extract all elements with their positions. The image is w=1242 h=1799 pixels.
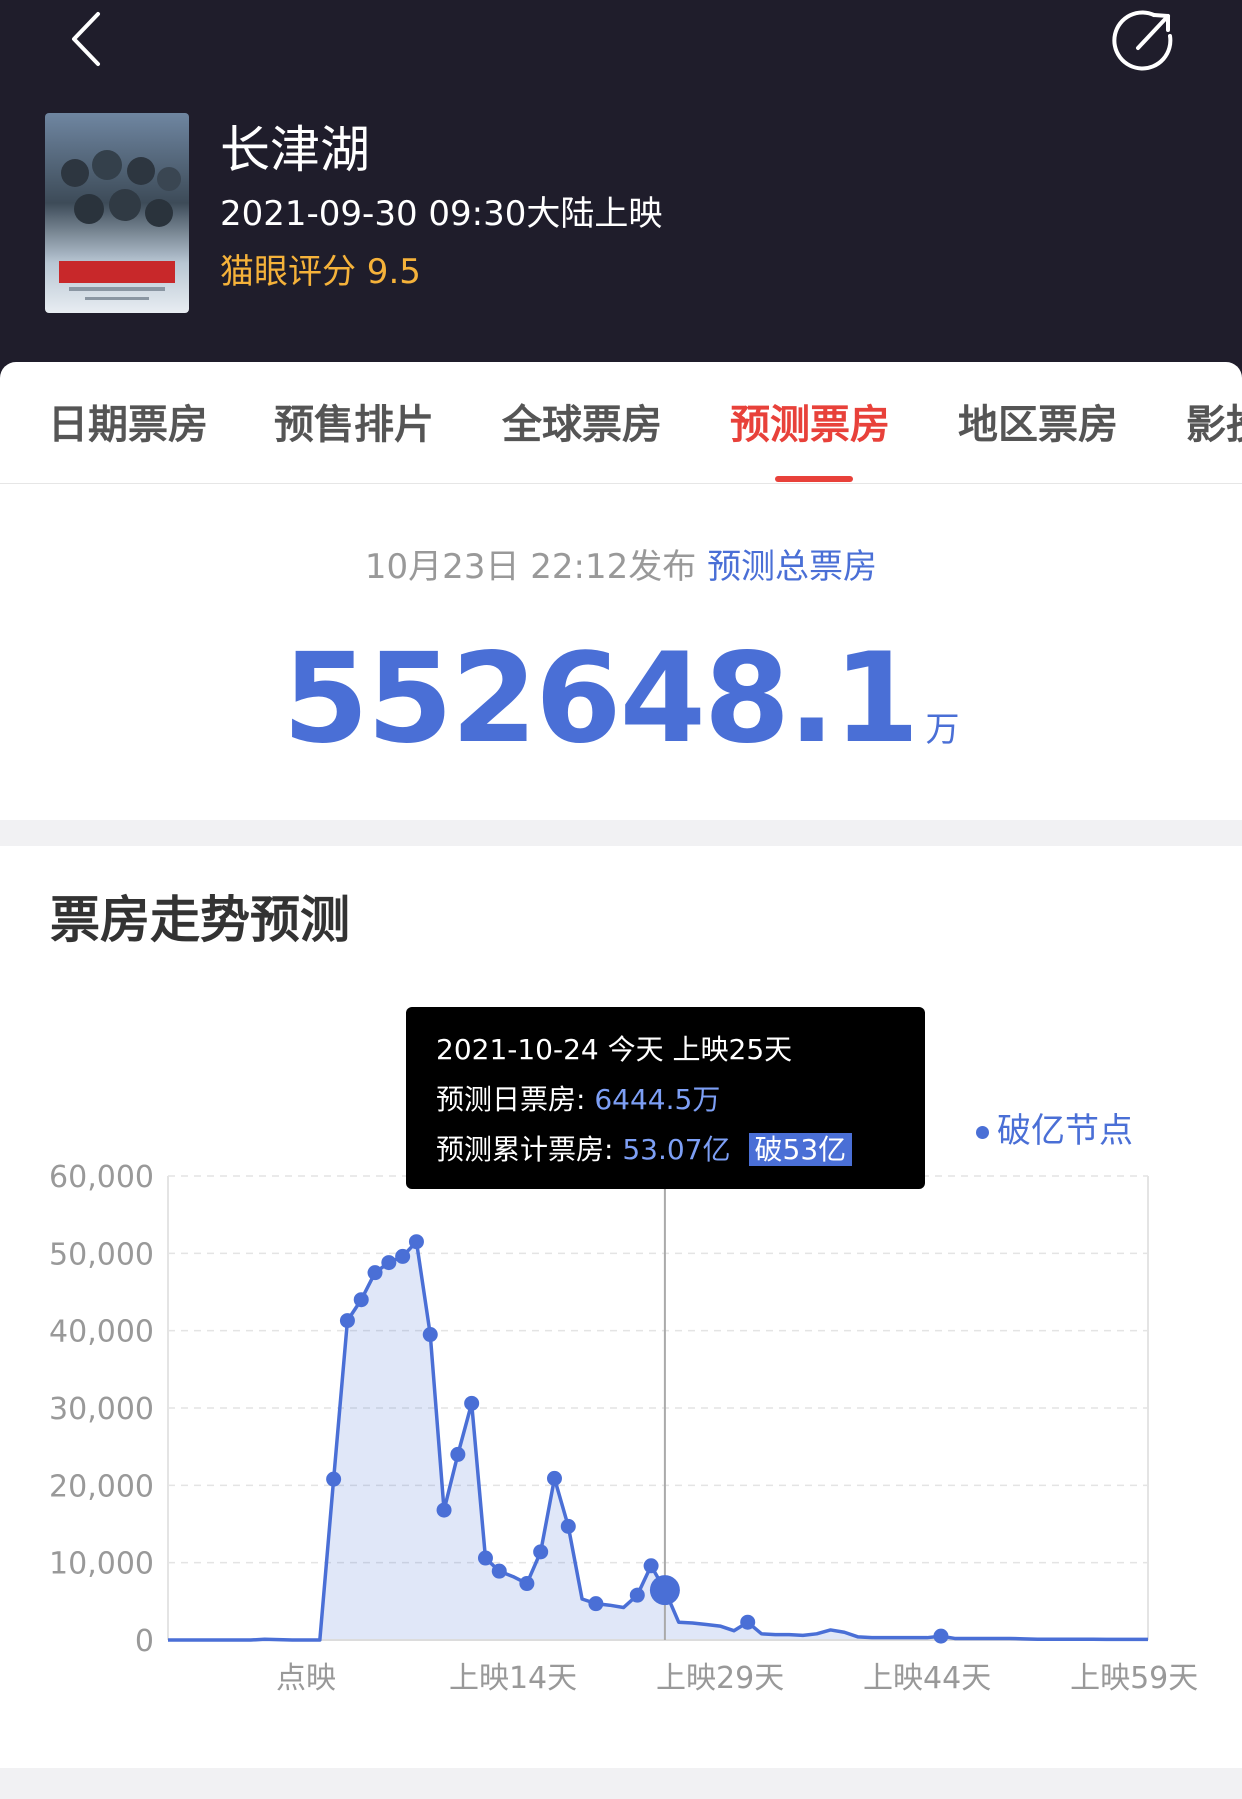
milestone-point [367, 1265, 383, 1281]
milestone-point [546, 1470, 562, 1486]
tab-bar: 日期票房 预售排片 全球票房 预测票房 地区票房 影投 [0, 362, 1242, 484]
milestone-point [740, 1614, 756, 1630]
tab-global[interactable]: 全球票房 [502, 398, 662, 452]
tab-presale[interactable]: 预售排片 [274, 398, 434, 452]
x-tick-label: 上映14天 [449, 1661, 577, 1696]
movie-poster [45, 113, 189, 313]
tooltip-daily-value: 6444.5万 [594, 1083, 721, 1116]
tooltip-daily: 预测日票房: 6444.5万 [436, 1075, 895, 1125]
milestone-point [491, 1563, 507, 1579]
publish-time: 10月23日 22:12发布 [364, 547, 697, 587]
forecast-total: 552648.1 万 [0, 624, 1242, 774]
x-tick-label: 上映29天 [656, 1661, 784, 1696]
milestone-point [326, 1471, 342, 1487]
rating: 猫眼评分 9.5 [220, 252, 421, 292]
tab-forecast[interactable]: 预测票房 [730, 398, 890, 452]
active-tab-indicator [775, 476, 853, 482]
forecast-chart[interactable]: 60,000 50,000 40,000 30,000 20,000 10,000 0 点映 上… [0, 846, 1242, 1768]
y-tick-label: 60,000 [49, 1160, 154, 1195]
milestone-point [643, 1558, 659, 1574]
milestone-point [533, 1544, 549, 1560]
legend-dot-icon [976, 1126, 989, 1139]
forecast-total-unit: 万 [925, 710, 960, 750]
milestone-point [629, 1587, 645, 1603]
y-tick-label: 20,000 [49, 1469, 154, 1504]
y-tick-label: 30,000 [49, 1392, 154, 1427]
forecast-summary: 10月23日 22:12发布 预测总票房 552648.1 万 [0, 484, 1242, 820]
tab-cinema-investment[interactable]: 影投 [1186, 398, 1242, 452]
tooltip-cumulative: 预测累计票房: 53.07亿 破53亿 [436, 1125, 895, 1175]
y-tick-label: 10,000 [49, 1547, 154, 1582]
milestone-point [450, 1446, 466, 1462]
milestone-point [588, 1596, 604, 1612]
chart-tooltip: 2021-10-24 今天 上映25天 预测日票房: 6444.5万 预测累计票… [406, 1007, 925, 1189]
back-button[interactable] [64, 4, 124, 74]
trend-section: 票房走势预测 60,000 50,000 40,000 30,000 20,000 10,… [0, 846, 1242, 1768]
legend-item[interactable]: 破亿节点 [976, 1108, 1133, 1154]
header-bar: 长津湖 2021-09-30 09:30大陆上映 猫眼评分 9.5 [0, 0, 1242, 380]
y-tick-label: 50,000 [49, 1237, 154, 1272]
y-tick-label: 0 [135, 1624, 154, 1659]
tooltip-daily-label: 预测日票房: [436, 1083, 595, 1116]
milestone-point [381, 1255, 397, 1271]
tooltip-milestone-badge: 破53亿 [748, 1133, 853, 1166]
milestone-point [408, 1234, 424, 1250]
milestone-point [933, 1628, 949, 1644]
share-button[interactable] [1112, 6, 1178, 72]
tab-daily-boxoffice[interactable]: 日期票房 [48, 398, 208, 452]
x-tick-label: 点映 [276, 1661, 336, 1696]
y-tick-label: 40,000 [49, 1315, 154, 1350]
publish-line: 10月23日 22:12发布 预测总票房 [0, 544, 1242, 590]
forecast-total-value: 552648.1 [282, 627, 919, 771]
forecast-total-link[interactable]: 预测总票房 [707, 547, 877, 587]
milestone-point [464, 1395, 480, 1411]
tooltip-cum-label: 预测累计票房: [436, 1133, 623, 1166]
milestone-point [422, 1327, 438, 1343]
tooltip-cum-value: 53.07亿 [622, 1133, 731, 1166]
milestone-point [395, 1248, 411, 1264]
x-tick-label: 上映59天 [1070, 1661, 1198, 1696]
milestone-point [477, 1550, 493, 1566]
release-info: 2021-09-30 09:30大陆上映 [220, 194, 663, 234]
milestone-point [339, 1313, 355, 1329]
legend-label: 破亿节点 [997, 1111, 1133, 1151]
current-day-point [649, 1575, 680, 1606]
movie-title: 长津湖 [220, 121, 370, 179]
tooltip-date: 2021-10-24 今天 上映25天 [436, 1033, 793, 1066]
x-tick-label: 上映44天 [863, 1661, 991, 1696]
milestone-point [560, 1518, 576, 1534]
milestone-point [353, 1292, 369, 1308]
share-icon [1112, 10, 1173, 71]
milestone-point [436, 1502, 452, 1518]
chevron-left-icon [72, 12, 100, 66]
tab-region[interactable]: 地区票房 [958, 398, 1118, 452]
milestone-point [519, 1576, 535, 1592]
